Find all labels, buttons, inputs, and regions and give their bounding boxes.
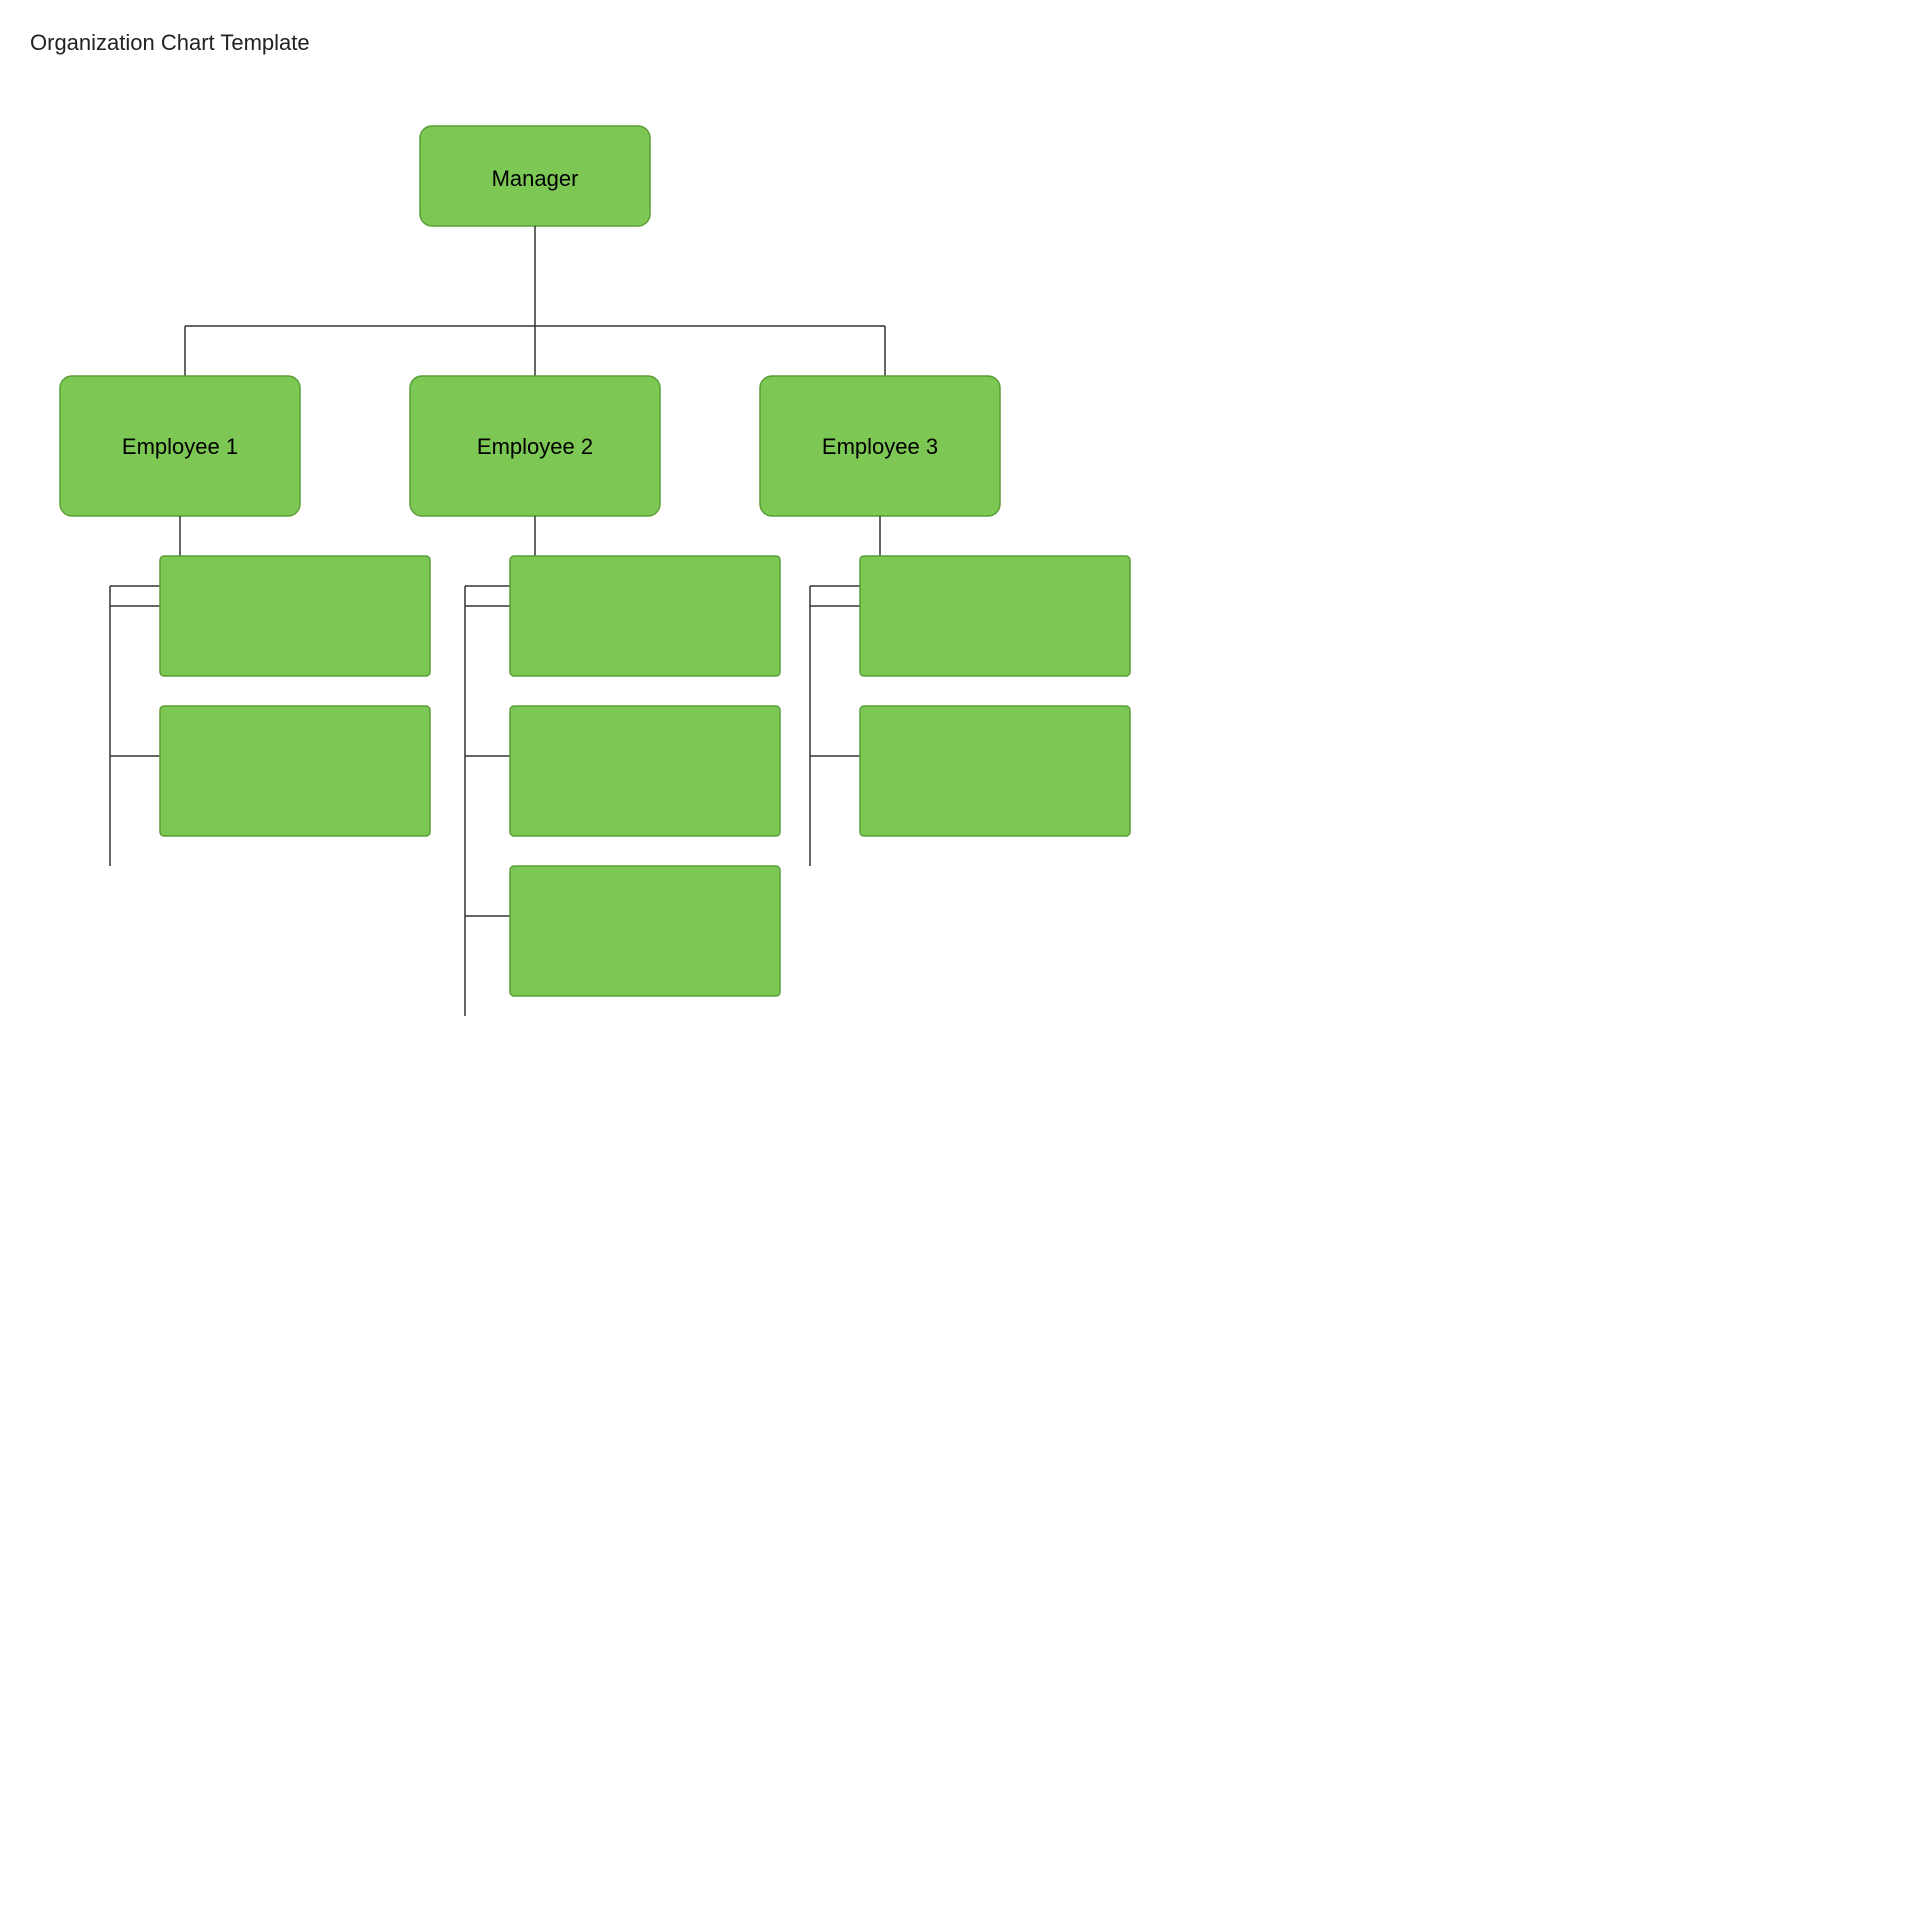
emp3-sub1-node [860,556,1130,676]
employee3-label: Employee 3 [822,434,938,459]
org-chart: Manager Employee 1 Employee 2 Employee 3 [30,96,1050,1076]
emp1-sub2-node [160,706,430,836]
employee1-label: Employee 1 [122,434,238,459]
emp3-sub2-node [860,706,1130,836]
emp2-sub2-node [510,706,780,836]
emp2-sub1-node [510,556,780,676]
employee2-label: Employee 2 [477,434,593,459]
emp1-sub1-node [160,556,430,676]
manager-label: Manager [492,166,579,191]
emp2-sub3-node [510,866,780,996]
page-title: Organization Chart Template [30,30,1050,56]
org-chart-svg: Manager Employee 1 Employee 2 Employee 3 [30,96,1050,1076]
